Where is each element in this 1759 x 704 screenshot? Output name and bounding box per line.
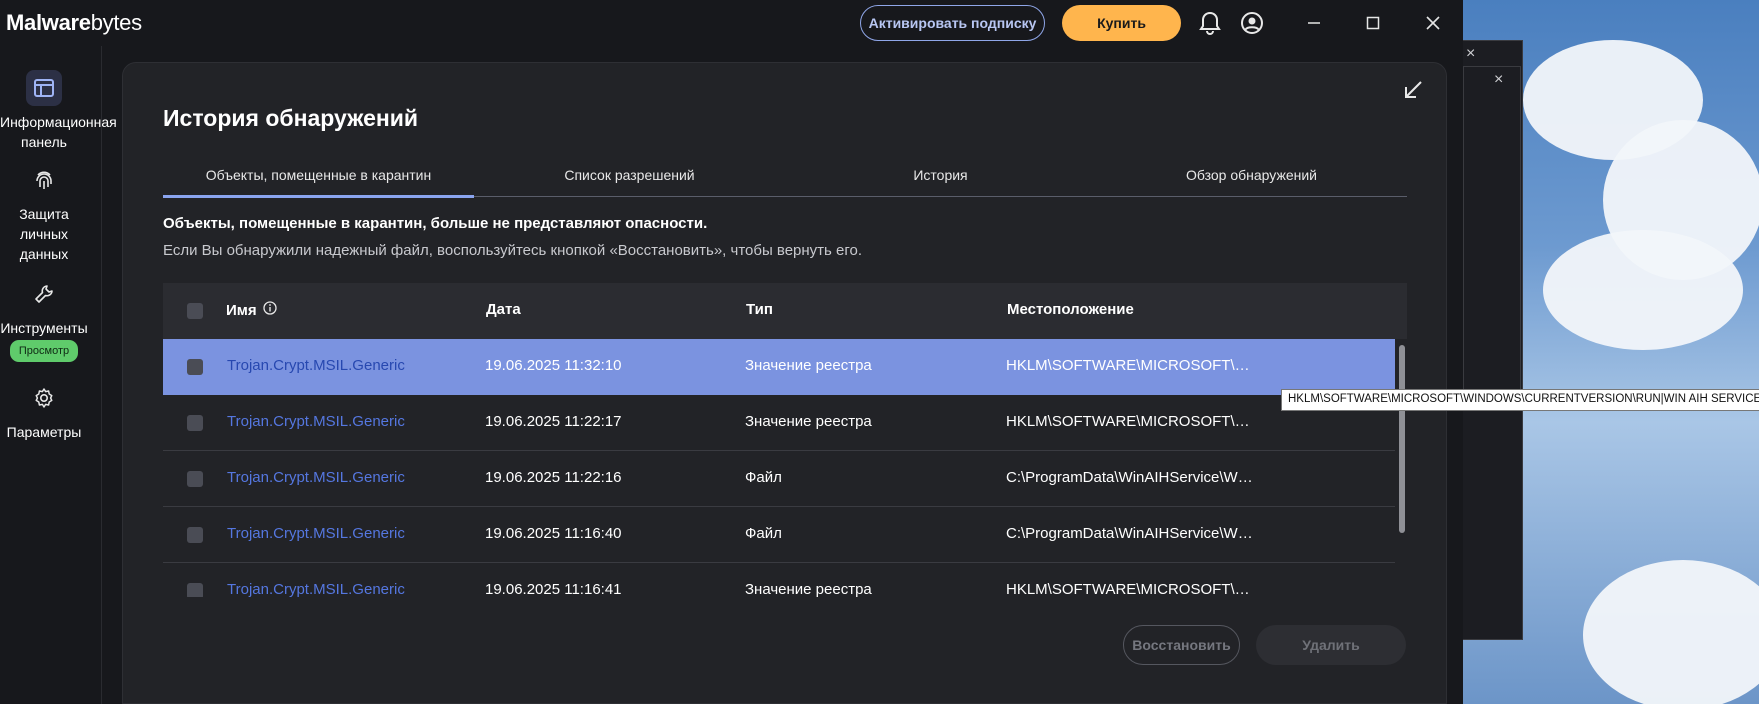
table-row[interactable]: Trojan.Crypt.MSIL.Generic 19.06.2025 11:… xyxy=(163,451,1395,507)
close-icon[interactable] xyxy=(1421,12,1445,34)
detection-location: C:\ProgramData\WinAIHService\Win... xyxy=(1006,469,1256,486)
buy-button[interactable]: Купить xyxy=(1062,5,1181,41)
sidebar-item-privacy[interactable]: Защита личных данных xyxy=(0,162,88,264)
detection-location: HKLM\SOFTWARE\MICROSOFT\WIN... xyxy=(1006,413,1256,430)
table-row[interactable]: Trojan.Crypt.MSIL.Generic 19.06.2025 11:… xyxy=(163,563,1395,597)
app-logo: Malwarebytes xyxy=(6,10,142,35)
collapse-icon[interactable] xyxy=(1402,79,1424,101)
column-header-location[interactable]: Местоположение xyxy=(1007,301,1134,318)
row-checkbox[interactable] xyxy=(187,415,203,431)
close-icon[interactable]: × xyxy=(1466,45,1475,63)
delete-button[interactable]: Удалить xyxy=(1256,625,1406,665)
table-row[interactable]: Trojan.Crypt.MSIL.Generic 19.06.2025 11:… xyxy=(163,395,1395,451)
tab-detection-overview[interactable]: Обзор обнаружений xyxy=(1096,161,1407,196)
activate-subscription-button[interactable]: Активировать подписку xyxy=(860,5,1045,41)
detection-type: Файл xyxy=(745,469,782,486)
gear-icon xyxy=(26,380,62,416)
detection-history-panel: История обнаружений Объекты, помещенные … xyxy=(122,62,1447,704)
quarantine-table: Имя Дата Тип Местоположение Trojan.Crypt… xyxy=(163,283,1407,597)
table-header: Имя Дата Тип Местоположение xyxy=(163,283,1407,339)
minimize-icon[interactable] xyxy=(1302,12,1326,34)
row-checkbox[interactable] xyxy=(187,527,203,543)
account-icon[interactable] xyxy=(1239,10,1265,36)
desktop-background: × × xyxy=(1463,0,1759,704)
location-tooltip: HKLM\SOFTWARE\MICROSOFT\WINDOWS\CURRENTV… xyxy=(1281,389,1759,411)
quarantine-info-heading: Объекты, помещенные в карантин, больше н… xyxy=(163,215,708,232)
sidebar-item-label: Информационная панель xyxy=(0,114,117,150)
detection-type: Файл xyxy=(745,525,782,542)
sidebar-item-label: Защита личных данных xyxy=(19,206,69,262)
table-row[interactable]: Trojan.Crypt.MSIL.Generic 19.06.2025 11:… xyxy=(163,507,1395,563)
tab-quarantine[interactable]: Объекты, помещенные в карантин xyxy=(163,161,474,198)
tab-history[interactable]: История xyxy=(785,161,1096,196)
detection-name-link[interactable]: Trojan.Crypt.MSIL.Generic xyxy=(227,413,405,430)
column-header-type[interactable]: Тип xyxy=(746,301,773,318)
row-checkbox[interactable] xyxy=(187,359,203,375)
detection-date: 19.06.2025 11:32:10 xyxy=(485,357,622,374)
detection-location: C:\ProgramData\WinAIHService\Win... xyxy=(1006,525,1256,542)
detection-type: Значение реестра xyxy=(745,581,872,597)
page-title: История обнаружений xyxy=(163,105,419,131)
detection-date: 19.06.2025 11:22:16 xyxy=(485,469,622,486)
info-icon[interactable] xyxy=(262,301,277,319)
detection-type: Значение реестра xyxy=(745,413,872,430)
detection-name-link[interactable]: Trojan.Crypt.MSIL.Generic xyxy=(227,357,405,374)
cloud xyxy=(1583,560,1759,704)
background-window: × xyxy=(1463,66,1521,396)
sidebar-item-dashboard[interactable]: Информационная панель xyxy=(0,70,117,152)
sidebar-item-settings[interactable]: Параметры xyxy=(0,380,88,442)
row-checkbox[interactable] xyxy=(187,471,203,487)
column-header-date[interactable]: Дата xyxy=(486,301,521,318)
detection-name-link[interactable]: Trojan.Crypt.MSIL.Generic xyxy=(227,581,405,597)
detection-date: 19.06.2025 11:22:17 xyxy=(485,413,622,430)
row-checkbox[interactable] xyxy=(187,583,203,597)
select-all-checkbox[interactable] xyxy=(187,303,203,319)
table-row[interactable]: Trojan.Crypt.MSIL.Generic 19.06.2025 11:… xyxy=(163,339,1395,395)
column-header-name[interactable]: Имя xyxy=(226,301,277,319)
cloud xyxy=(1543,230,1743,350)
tab-bar: Объекты, помещенные в карантин Список ра… xyxy=(163,161,1407,198)
detection-date: 19.06.2025 11:16:41 xyxy=(485,581,622,597)
close-icon[interactable]: × xyxy=(1494,71,1503,89)
restore-button[interactable]: Восстановить xyxy=(1123,625,1240,665)
wrench-icon xyxy=(26,276,62,312)
app-window: Malwarebytes Активировать подписку Купит… xyxy=(0,0,1463,704)
sidebar-item-label: Параметры xyxy=(6,424,82,440)
sidebar-item-tools[interactable]: Инструменты Просмотр xyxy=(0,276,88,362)
detection-name-link[interactable]: Trojan.Crypt.MSIL.Generic xyxy=(227,525,405,542)
dashboard-icon xyxy=(26,70,62,106)
preview-badge: Просмотр xyxy=(9,340,79,362)
tab-allow-list[interactable]: Список разрешений xyxy=(474,161,785,196)
scrollbar-thumb[interactable] xyxy=(1399,345,1405,533)
detection-location: HKLM\SOFTWARE\MICROSOFT\WIN... xyxy=(1006,581,1256,597)
detection-type: Значение реестра xyxy=(745,357,872,374)
table-scrollbar[interactable] xyxy=(1396,339,1407,597)
bell-icon[interactable] xyxy=(1197,10,1223,36)
titlebar: Malwarebytes Активировать подписку Купит… xyxy=(0,0,1463,46)
quarantine-info-text: Если Вы обнаружили надежный файл, воспол… xyxy=(163,242,863,259)
sidebar: Информационная панель Защита личных данн… xyxy=(0,46,117,704)
detection-location: HKLM\SOFTWARE\MICROSOFT\WIN... xyxy=(1006,357,1256,374)
detection-date: 19.06.2025 11:16:40 xyxy=(485,525,622,542)
maximize-icon[interactable] xyxy=(1361,12,1385,34)
fingerprint-icon xyxy=(26,162,62,198)
detection-name-link[interactable]: Trojan.Crypt.MSIL.Generic xyxy=(227,469,405,486)
sidebar-item-label: Инструменты xyxy=(0,320,88,336)
